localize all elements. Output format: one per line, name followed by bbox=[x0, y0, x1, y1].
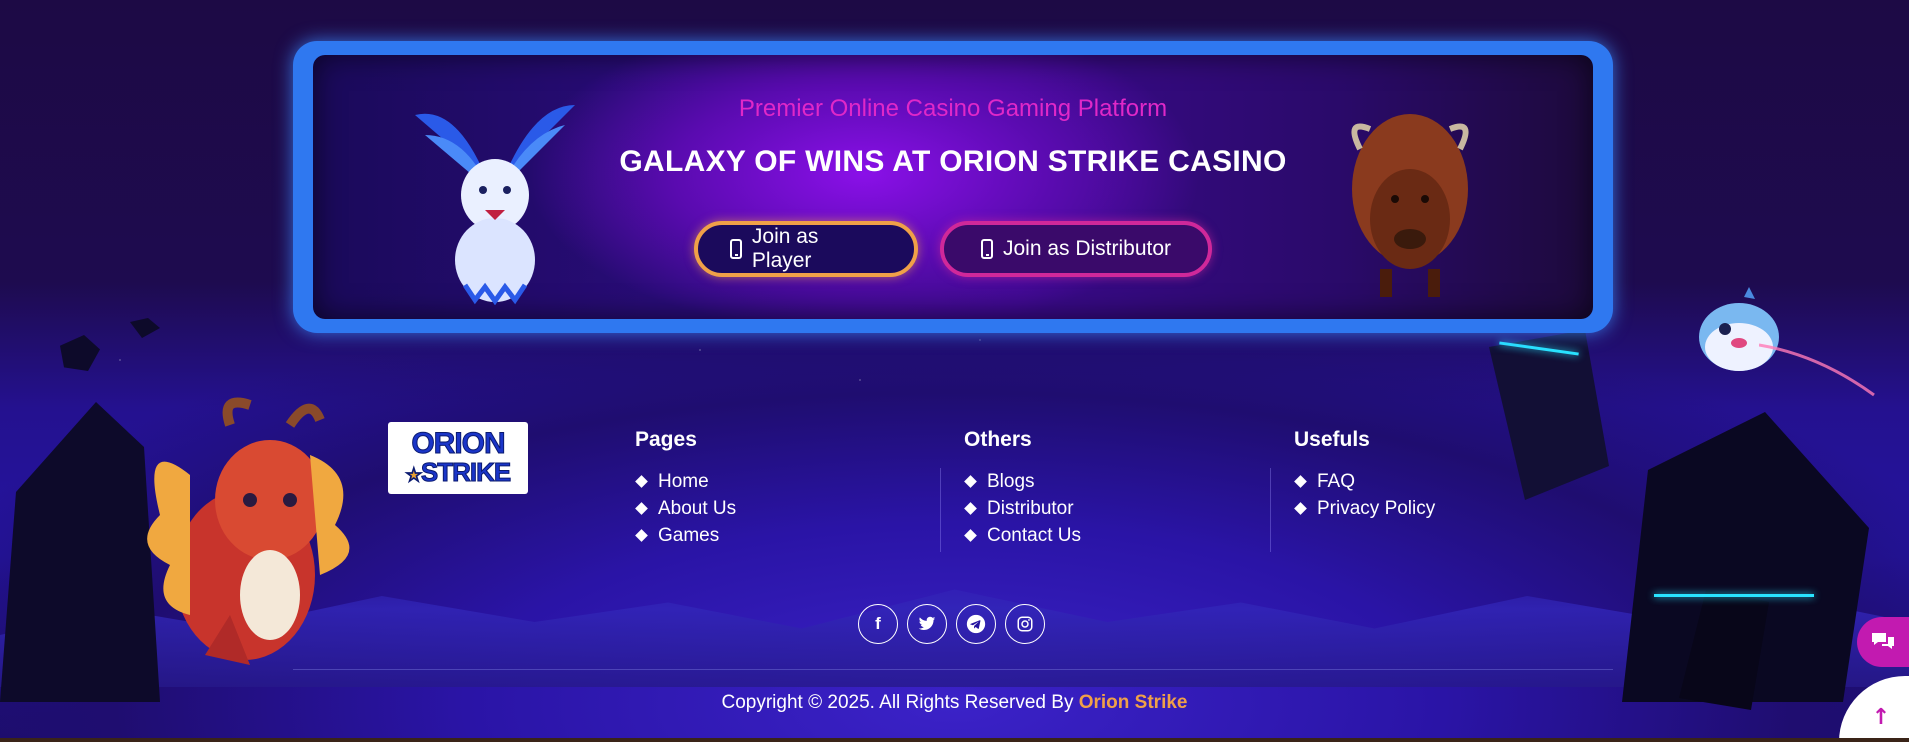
footer-column-others: Others Blogs Distributor Contact Us bbox=[964, 428, 1081, 549]
footer-link-label: Privacy Policy bbox=[1317, 497, 1436, 519]
logo-line-2-text: STRIKE bbox=[420, 456, 511, 487]
column-divider bbox=[1270, 468, 1271, 552]
footer-link-about-us[interactable]: About Us bbox=[635, 495, 736, 522]
instagram-glyph bbox=[1017, 616, 1033, 632]
diamond-bullet-icon bbox=[964, 475, 977, 488]
footer-link-blogs[interactable]: Blogs bbox=[964, 468, 1081, 495]
diamond-bullet-icon bbox=[635, 529, 648, 542]
copyright-text: Copyright © 2025. All Rights Reserved By… bbox=[0, 692, 1909, 714]
diamond-bullet-icon bbox=[964, 502, 977, 515]
chat-bubbles-icon bbox=[1872, 633, 1894, 649]
mobile-phone-icon bbox=[730, 239, 742, 259]
brand-link[interactable]: Orion Strike bbox=[1079, 692, 1188, 713]
footer-divider bbox=[293, 669, 1613, 670]
copyright-label: Copyright © 2025. All Rights Reserved By bbox=[721, 692, 1079, 713]
footer-link-distributor[interactable]: Distributor bbox=[964, 495, 1081, 522]
instagram-icon[interactable] bbox=[1005, 604, 1045, 644]
facebook-glyph: f bbox=[875, 614, 881, 633]
join-as-player-label: Join as Player bbox=[751, 225, 819, 272]
column-title-usefuls: Usefuls bbox=[1294, 428, 1370, 451]
footer-link-contact-us[interactable]: Contact Us bbox=[964, 522, 1081, 549]
footer-link-label: Games bbox=[658, 524, 720, 546]
logo-line-1: ORION bbox=[411, 426, 506, 460]
logo-line-2: ★STRIKE bbox=[405, 456, 511, 488]
diamond-bullet-icon bbox=[1294, 502, 1307, 515]
comet-trail bbox=[1759, 343, 1875, 397]
telegram-icon[interactable] bbox=[956, 604, 996, 644]
diamond-bullet-icon bbox=[1294, 475, 1307, 488]
footer-link-label: Blogs bbox=[987, 470, 1035, 492]
twitter-icon[interactable] bbox=[907, 604, 947, 644]
column-title-pages: Pages bbox=[635, 428, 697, 451]
join-as-distributor-button[interactable]: Join as Distributor bbox=[940, 221, 1212, 277]
diamond-bullet-icon bbox=[964, 529, 977, 542]
bottom-edge bbox=[0, 738, 1909, 742]
mobile-phone-icon bbox=[980, 239, 993, 259]
footer-link-label: About Us bbox=[658, 497, 737, 519]
arrow-up-icon: ↑ bbox=[1871, 704, 1891, 730]
footer-link-label: Home bbox=[658, 470, 709, 492]
footer-link-faq[interactable]: FAQ bbox=[1294, 468, 1435, 495]
footer-link-label: Contact Us bbox=[987, 524, 1081, 546]
column-divider bbox=[940, 468, 941, 552]
crystal-glow bbox=[1654, 594, 1814, 597]
telegram-glyph bbox=[966, 614, 986, 634]
diamond-bullet-icon bbox=[635, 502, 648, 515]
join-as-distributor-label: Join as Distributor bbox=[1002, 237, 1172, 260]
footer-column-usefuls: Usefuls FAQ Privacy Policy bbox=[1294, 428, 1435, 522]
column-title-others: Others bbox=[964, 428, 1032, 451]
footer-link-home[interactable]: Home bbox=[635, 468, 736, 495]
star-icon: ★ bbox=[405, 464, 422, 485]
join-as-player-button[interactable]: Join as Player bbox=[694, 221, 918, 277]
social-links: f bbox=[858, 604, 1045, 644]
orion-strike-logo[interactable]: ORION ★STRIKE bbox=[388, 422, 528, 494]
diamond-bullet-icon bbox=[635, 475, 648, 488]
twitter-glyph bbox=[918, 616, 936, 630]
footer-column-pages: Pages Home About Us Games bbox=[635, 428, 736, 549]
footer-link-games[interactable]: Games bbox=[635, 522, 736, 549]
dragon-mascot-image bbox=[147, 397, 350, 665]
banner-headline: GALAXY OF WINS AT ORION STRIKE CASINO bbox=[619, 145, 1287, 178]
footer-link-privacy-policy[interactable]: Privacy Policy bbox=[1294, 495, 1435, 522]
banner-subtitle: Premier Online Casino Gaming Platform bbox=[738, 95, 1168, 122]
cta-banner: Premier Online Casino Gaming Platform GA… bbox=[293, 41, 1613, 333]
facebook-icon[interactable]: f bbox=[858, 604, 898, 644]
chat-button[interactable] bbox=[1857, 617, 1909, 667]
banner-buttons: Join as Player Join as Distributor bbox=[313, 221, 1593, 277]
footer-link-label: FAQ bbox=[1317, 470, 1356, 492]
footer-link-label: Distributor bbox=[987, 497, 1074, 519]
cta-banner-inner: Premier Online Casino Gaming Platform GA… bbox=[313, 55, 1593, 319]
